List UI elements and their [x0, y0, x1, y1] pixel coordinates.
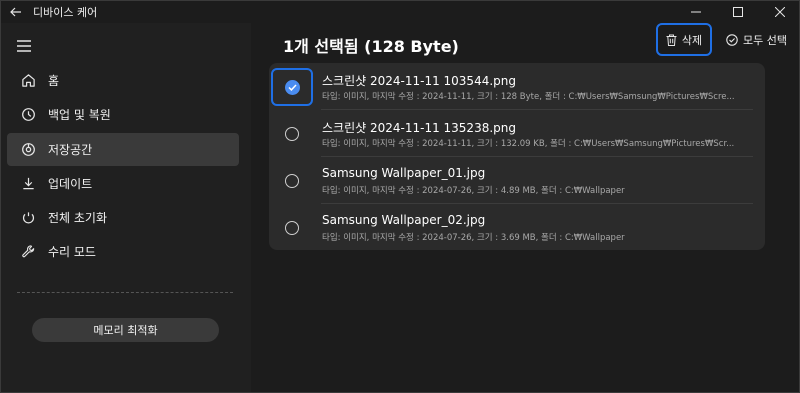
file-meta: 타입: 이미지, 마지막 수정 : 2024-11-11, 크기 : 128 B… — [322, 92, 735, 102]
sidebar-item-home[interactable]: 홈 — [7, 64, 239, 97]
select-all-label: 모두 선택 — [743, 34, 787, 47]
maximize-icon — [733, 7, 743, 17]
file-list: 스크린샷 2024-11-11 103544.png 타입: 이미지, 마지막 … — [269, 63, 765, 250]
delete-label: 삭제 — [681, 33, 703, 47]
unchecked-circle-icon — [285, 221, 299, 235]
list-item[interactable]: 스크린샷 2024-11-11 135238.png 타입: 이미지, 마지막 … — [269, 110, 765, 157]
title-bar: 디바이스 케어 — [1, 1, 799, 23]
unchecked-circle-icon — [285, 127, 299, 141]
app-title: 디바이스 케어 — [33, 6, 98, 19]
sidebar-item-label: 백업 및 복원 — [48, 108, 111, 122]
file-meta: 타입: 이미지, 마지막 수정 : 2024-07-26, 크기 : 3.69 … — [322, 233, 625, 243]
file-checkbox[interactable] — [271, 115, 313, 153]
delete-button[interactable]: 삭제 — [656, 23, 712, 56]
file-checkbox[interactable] — [271, 209, 313, 247]
file-name: 스크린샷 2024-11-11 135238.png — [322, 121, 516, 135]
sidebar-item-label: 전체 초기화 — [48, 211, 108, 225]
hamburger-icon — [17, 40, 31, 52]
sidebar-item-backup[interactable]: 백업 및 복원 — [7, 98, 239, 131]
checked-circle-icon — [284, 79, 300, 95]
sidebar-divider — [17, 292, 233, 293]
app-window: 디바이스 케어 홈 백업 및 복원 저장공간 업데이트 전체 초기화 수리 모드… — [0, 0, 800, 393]
file-name: 스크린샷 2024-11-11 103544.png — [322, 74, 516, 88]
maximize-button[interactable] — [717, 1, 759, 23]
page-title: 1개 선택됨 (128 Byte) — [283, 37, 459, 56]
unchecked-circle-icon — [285, 174, 299, 188]
back-button[interactable] — [1, 1, 31, 23]
file-meta: 타입: 이미지, 마지막 수정 : 2024-07-26, 크기 : 4.89 … — [322, 186, 625, 196]
sidebar-item-update[interactable]: 업데이트 — [7, 167, 239, 200]
home-icon — [18, 71, 38, 91]
close-icon — [775, 7, 785, 17]
optimize-memory-button[interactable]: 메모리 최적화 — [32, 318, 219, 342]
check-circle-icon — [726, 34, 738, 46]
sidebar-item-label: 수리 모드 — [48, 245, 96, 259]
sidebar: 홈 백업 및 복원 저장공간 업데이트 전체 초기화 수리 모드 메모리 최적화 — [1, 23, 251, 392]
reset-icon — [18, 208, 38, 228]
file-name: Samsung Wallpaper_02.jpg — [322, 213, 486, 227]
download-icon — [18, 174, 38, 194]
main-content: 1개 선택됨 (128 Byte) 삭제 모두 선택 스크린샷 2024-11-… — [251, 23, 799, 392]
close-button[interactable] — [759, 1, 799, 23]
sidebar-item-reset[interactable]: 전체 초기화 — [7, 201, 239, 234]
select-all-button[interactable]: 모두 선택 — [726, 30, 787, 50]
wrench-icon — [18, 242, 38, 262]
file-checkbox[interactable] — [271, 162, 313, 200]
list-item[interactable]: Samsung Wallpaper_02.jpg 타입: 이미지, 마지막 수정… — [269, 204, 765, 250]
list-item[interactable]: 스크린샷 2024-11-11 103544.png 타입: 이미지, 마지막 … — [269, 63, 765, 110]
sidebar-item-label: 저장공간 — [48, 143, 93, 157]
trash-icon — [666, 34, 677, 46]
menu-button[interactable] — [17, 37, 37, 53]
minimize-icon — [691, 11, 701, 13]
list-item[interactable]: Samsung Wallpaper_01.jpg 타입: 이미지, 마지막 수정… — [269, 157, 765, 204]
file-meta: 타입: 이미지, 마지막 수정 : 2024-11-11, 크기 : 132.0… — [322, 139, 735, 149]
window-controls — [675, 1, 799, 23]
file-checkbox[interactable] — [271, 68, 313, 106]
sidebar-item-storage[interactable]: 저장공간 — [7, 133, 239, 166]
sidebar-item-label: 업데이트 — [48, 177, 93, 191]
sidebar-item-label: 홈 — [48, 74, 60, 88]
minimize-button[interactable] — [675, 1, 717, 23]
sidebar-item-repair-mode[interactable]: 수리 모드 — [7, 235, 239, 268]
backup-icon — [18, 105, 38, 125]
back-arrow-icon — [10, 7, 21, 17]
file-name: Samsung Wallpaper_01.jpg — [322, 166, 486, 180]
storage-icon — [18, 140, 38, 160]
